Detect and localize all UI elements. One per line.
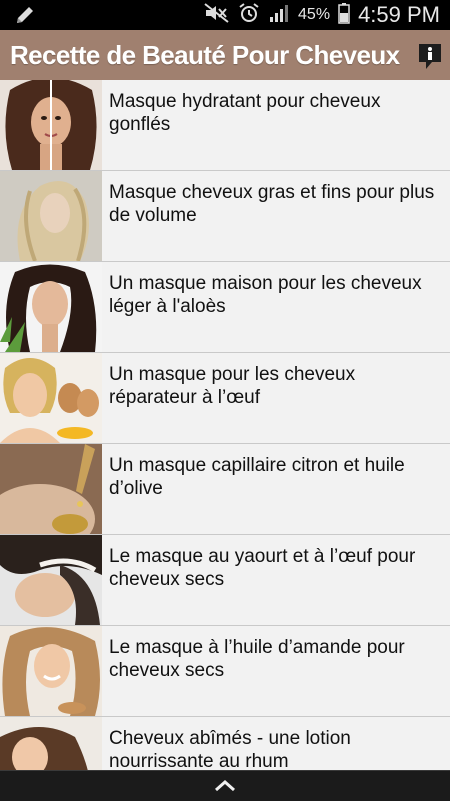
list-item[interactable]: Un masque pour les cheveux réparateur à …: [0, 353, 450, 444]
item-title: Un masque maison pour les cheveux léger …: [109, 273, 422, 317]
clock: 4:59 PM: [358, 2, 440, 27]
item-title: Masque hydratant pour cheveux gonflés: [109, 91, 381, 135]
app-bar: Recette de Beauté Pour Cheveux: [0, 30, 450, 80]
item-title: Cheveux abîmés - une lotion nourrissante…: [109, 728, 351, 770]
item-title: Un masque capillaire citron et huile d’o…: [109, 455, 405, 499]
pencil-icon: [14, 4, 36, 31]
item-title: Masque cheveux gras et fins pour plus de…: [109, 182, 435, 226]
thumbnail-image: [0, 717, 102, 770]
battery-percent: 45%: [298, 6, 331, 23]
list-item[interactable]: Masque hydratant pour cheveux gonflés: [0, 80, 450, 171]
mute-icon: [204, 2, 230, 28]
item-title: Un masque pour les cheveux réparateur à …: [109, 364, 356, 408]
battery-icon: [338, 2, 350, 29]
recipe-list[interactable]: Masque hydratant pour cheveux gonflés Ma…: [0, 80, 450, 770]
list-item[interactable]: Un masque maison pour les cheveux léger …: [0, 262, 450, 353]
bottom-bar: [0, 770, 450, 801]
alarm-icon: [238, 2, 260, 29]
thumbnail-image: [0, 262, 102, 352]
item-title: Le masque au yaourt et à l’œuf pour chev…: [109, 546, 416, 590]
item-title: Le masque à l’huile d’amande pour cheveu…: [109, 637, 405, 681]
info-icon[interactable]: [416, 42, 444, 72]
thumbnail-image: [0, 80, 102, 170]
status-bar: 45% 4:59 PM: [0, 0, 450, 30]
signal-icon: [268, 3, 290, 28]
list-item[interactable]: Le masque au yaourt et à l’œuf pour chev…: [0, 535, 450, 626]
list-item[interactable]: Un masque capillaire citron et huile d’o…: [0, 444, 450, 535]
list-item[interactable]: Cheveux abîmés - une lotion nourrissante…: [0, 717, 450, 770]
thumbnail-image: [0, 444, 102, 534]
chevron-up-icon[interactable]: [213, 778, 237, 797]
thumbnail-image: [0, 353, 102, 443]
thumbnail-image: [0, 171, 102, 261]
app-title: Recette de Beauté Pour Cheveux: [10, 39, 400, 70]
list-item[interactable]: Masque cheveux gras et fins pour plus de…: [0, 171, 450, 262]
thumbnail-image: [0, 626, 102, 716]
list-item[interactable]: Le masque à l’huile d’amande pour cheveu…: [0, 626, 450, 717]
thumbnail-image: [0, 535, 102, 625]
